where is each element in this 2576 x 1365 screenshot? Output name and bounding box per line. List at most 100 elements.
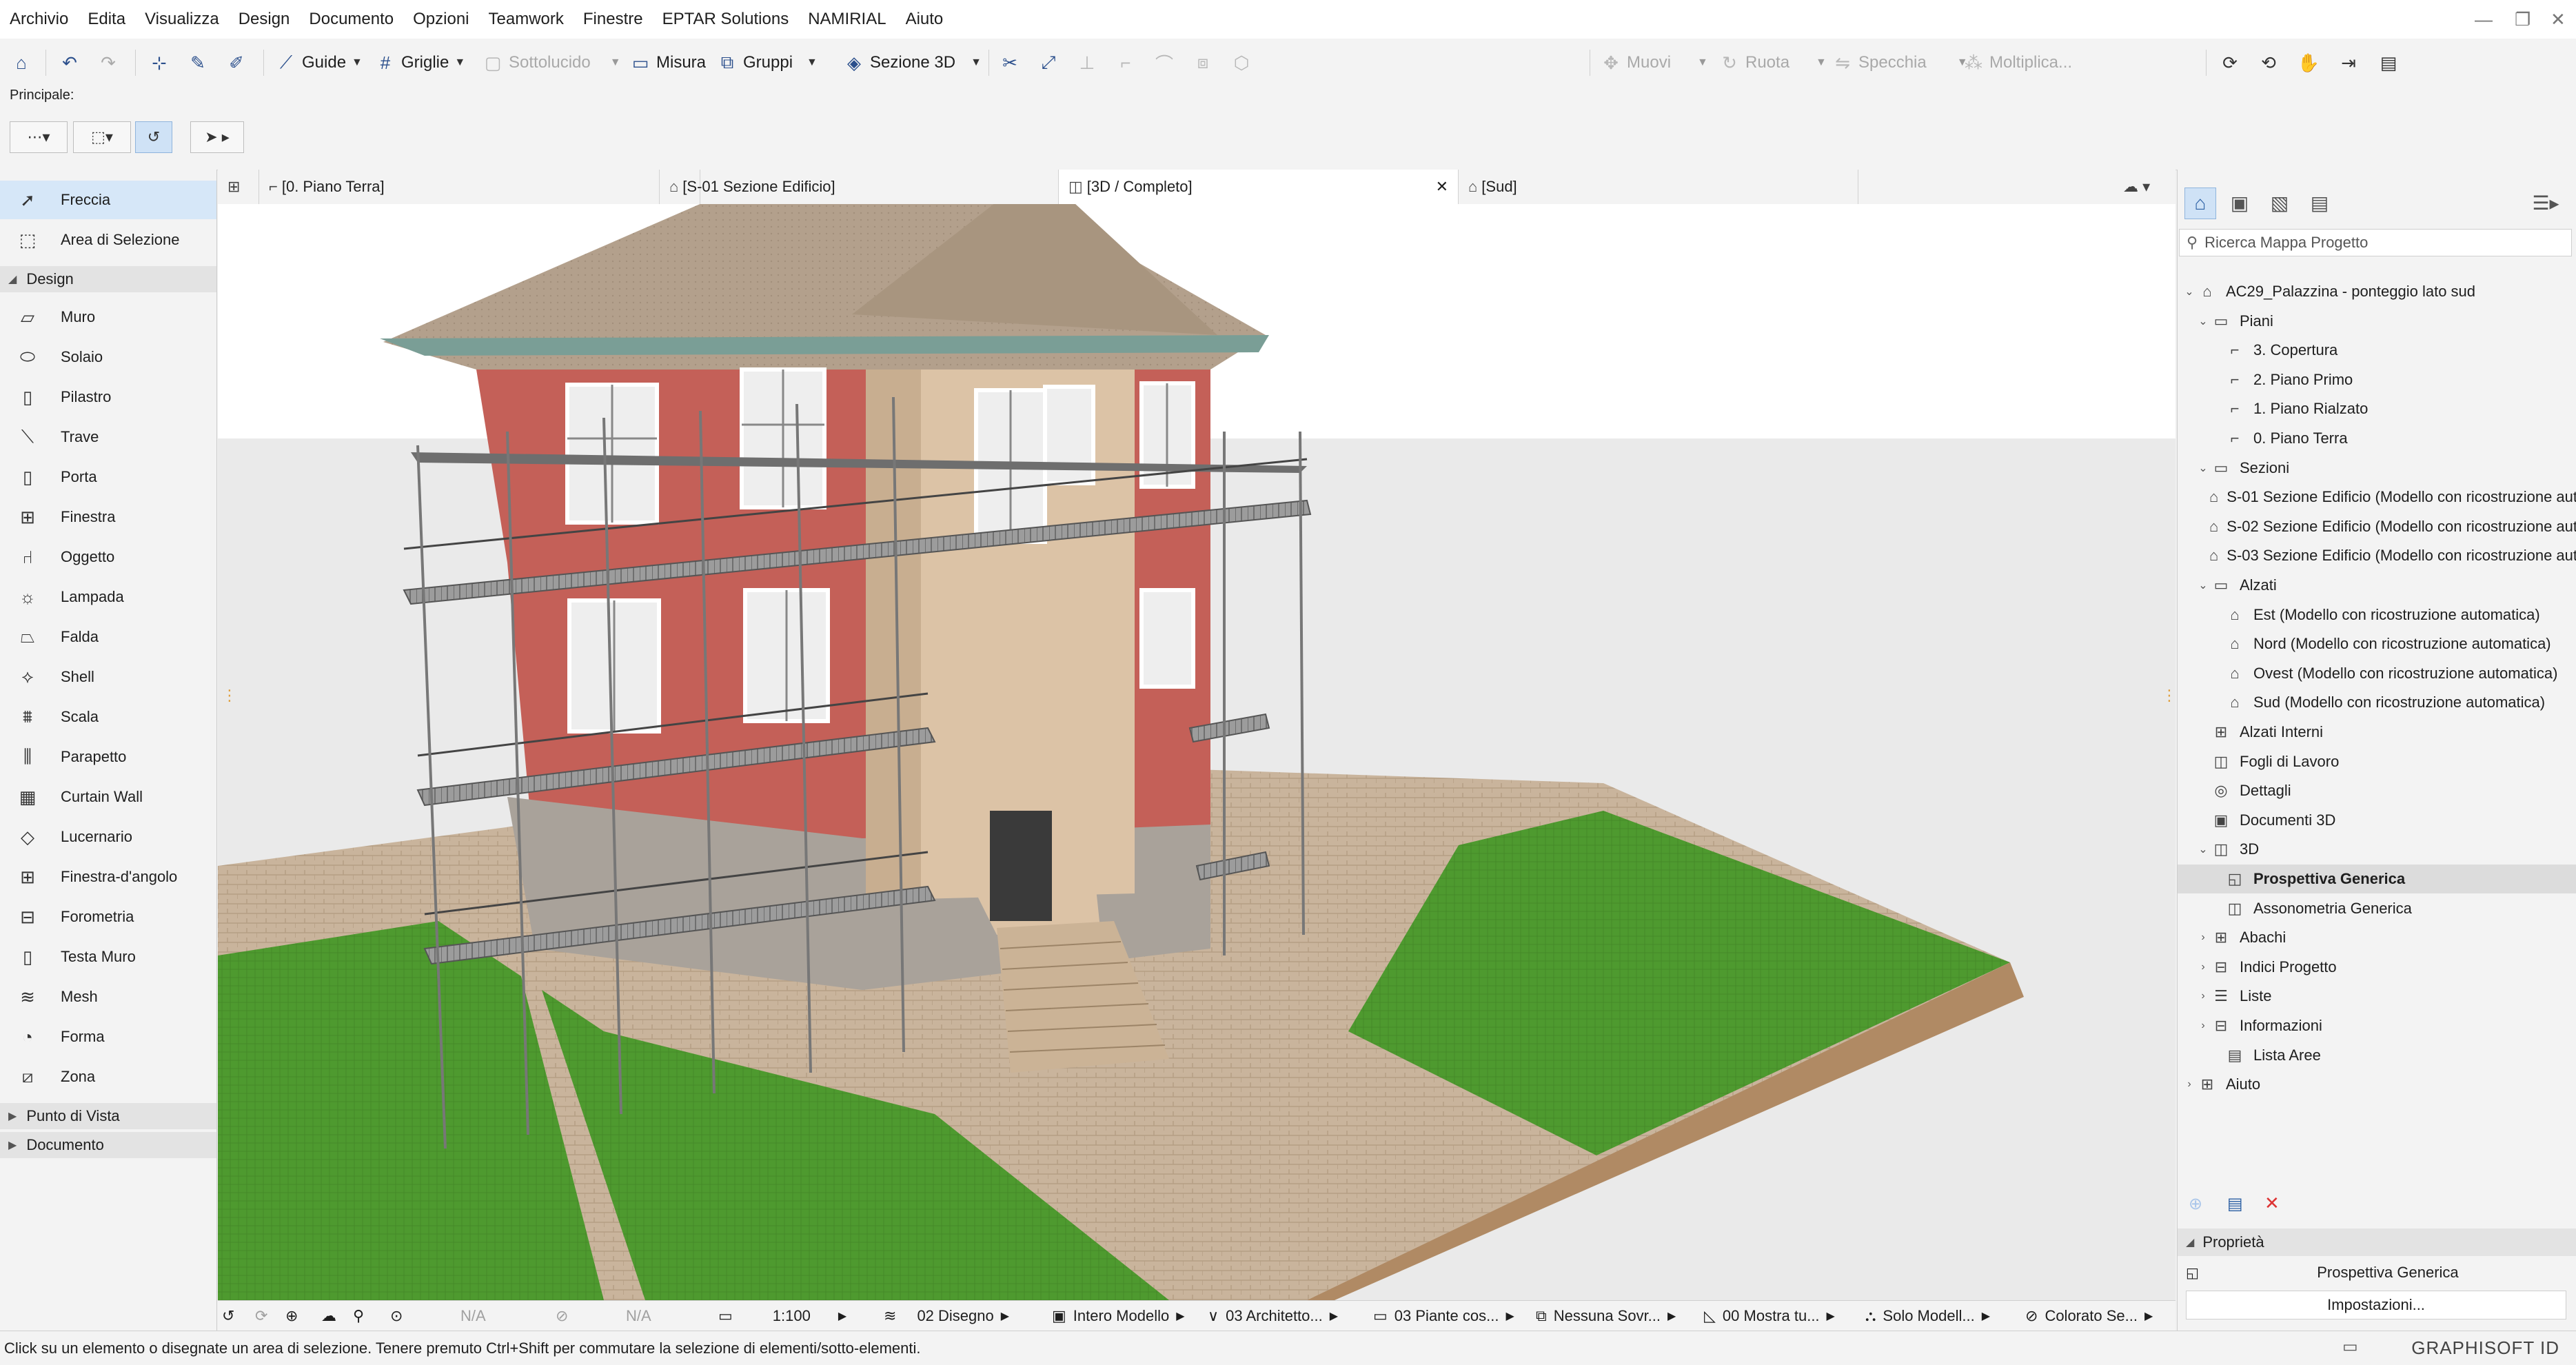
marquee-mode-button[interactable]: ⬚▾ [73,121,131,153]
undo-button[interactable]: ↶ [59,48,80,77]
tree-item[interactable]: ⌐ 0. Piano Terra [2178,424,2576,453]
tab-piano-terra[interactable]: ⌐ [0. Piano Terra] [259,170,700,204]
delete-icon[interactable]: ✕ [2264,1193,2280,1214]
tree-item[interactable]: ⌂ S-01 Sezione Edificio (Modello con rico… [2178,483,2576,512]
publisher-button[interactable]: ▤ [2304,188,2335,218]
documento-group-header[interactable]: ▶ Documento [0,1132,216,1158]
settings-icon[interactable]: ▤ [2227,1194,2243,1214]
export-button[interactable]: ⇥ [2338,48,2359,77]
drag-handle-right-icon[interactable]: ⋮ [2162,687,2176,705]
pen-set-field[interactable]: ∨ 03 Architetto... ▶ [1208,1301,1338,1331]
na-field-1[interactable]: N/A [460,1301,486,1331]
layer-combo-field[interactable]: ≋ 02 Disegno ▶ [884,1301,1009,1331]
arrow-mode-button[interactable]: ➤ ▸ [190,121,244,153]
tree-item[interactable]: ◱ Prospettiva Generica [2178,865,2576,893]
restore-icon[interactable]: ❐ [2515,0,2531,39]
tool-porta[interactable]: ▯ Porta [0,458,216,496]
sottolucido-button[interactable]: ▢ Sottolucido ▼ [483,48,621,77]
eyedropper-button[interactable]: ✎ [187,48,208,77]
offset-button[interactable]: ⧈ [1193,48,1213,77]
tree-item[interactable]: ⌂ Est (Modello con ricostruzione automati… [2178,600,2576,629]
project-map-button[interactable]: ⌂ [2184,188,2216,219]
tool-finestra-angolo[interactable]: ⊞ Finestra-d'angolo [0,858,216,896]
trim-button[interactable]: ⌐ [1115,48,1136,77]
project-map-search[interactable]: ⚲ Ricerca Mappa Progetto [2179,229,2572,256]
explore-button[interactable]: ⚲ [353,1301,364,1331]
settings-button[interactable]: Impostazioni... [2186,1291,2566,1320]
tab-sud[interactable]: ⌂ [Sud] [1459,170,1858,204]
tree-item[interactable]: ⌂ Sud (Modello con ricostruzione automati… [2178,688,2576,717]
tree-item[interactable]: ⌄ ◫ 3D [2178,835,2576,864]
chevron-down-icon[interactable]: ⌄ [2195,461,2211,475]
rotation-field[interactable]: ⊘ [556,1301,568,1331]
menu-finestre[interactable]: Finestre [574,0,653,39]
color-field[interactable]: ⊘ Colorato Se... ▶ [2025,1301,2153,1331]
design-group-header[interactable]: ◢ Design [0,266,216,292]
tree-item[interactable]: ⌂ S-03 Sezione Edificio (Modello con rico… [2178,541,2576,570]
menu-visualizza[interactable]: Visualizza [135,0,229,39]
chevron-right-icon[interactable]: › [2195,931,2211,944]
tree-item[interactable]: ⌐ 3. Copertura [2178,336,2576,365]
tree-item[interactable]: › ⊟ Informazioni [2178,1011,2576,1040]
tool-parapetto[interactable]: ⫼ Parapetto [0,738,216,776]
tool-area-selezione[interactable]: ⬚ Area di Selezione [0,221,216,259]
tree-item[interactable]: ⌄ ▭ Piani [2178,307,2576,336]
tab-menu[interactable]: ☁ ▾ [2113,170,2176,204]
tree-item[interactable]: ◫ Assonometria Generica [2178,894,2576,923]
misura-button[interactable]: ▭ Misura [630,48,706,77]
redo-view-button[interactable]: ⟳ [255,1301,267,1331]
tool-freccia[interactable]: ➚ Freccia [0,181,216,219]
tool-pilastro[interactable]: ▯ Pilastro [0,378,216,416]
punto-vista-group-header[interactable]: ▶ Punto di Vista [0,1103,216,1129]
tool-falda[interactable]: ⏢ Falda [0,618,216,656]
close-icon[interactable]: ✕ [2550,0,2566,39]
tool-lucernario[interactable]: ◇ Lucernario [0,818,216,856]
menu-design[interactable]: Design [229,0,300,39]
receive-changes-button[interactable]: ⟲ [2258,48,2279,77]
tree-item[interactable]: ⌂ Ovest (Modello con ricostruzione automa… [2178,659,2576,688]
tool-testa-muro[interactable]: ▯ Testa Muro [0,938,216,976]
drag-handle-left-icon[interactable]: ⋮ [222,687,237,705]
tree-item[interactable]: ⊞ Alzati Interni [2178,718,2576,747]
tree-item[interactable]: ⌄ ▭ Sezioni [2178,454,2576,483]
menu-namirial[interactable]: NAMIRIAL [798,0,895,39]
tree-item[interactable]: ▤ Lista Aree [2178,1041,2576,1070]
muovi-button[interactable]: ✥ Muovi ▼ [1601,48,1708,77]
tree-item[interactable]: ◫ Fogli di Lavoro [2178,747,2576,776]
tree-item[interactable]: › ⊞ Abachi [2178,923,2576,952]
intersect-button[interactable]: ⊥ [1077,48,1097,77]
chevron-right-icon[interactable]: › [2195,1020,2211,1032]
griglie-button[interactable]: # Griglie ▼ [375,48,465,77]
adjust-button[interactable]: ⤢ [1038,48,1059,77]
chevron-right-icon[interactable]: › [2182,1078,2197,1091]
properties-header[interactable]: ◢ Proprietà [2178,1228,2576,1256]
tree-item[interactable]: ▣ Documenti 3D [2178,806,2576,835]
model-view-field[interactable]: ▭ 03 Piante cos... ▶ [1373,1301,1514,1331]
menu-documento[interactable]: Documento [299,0,403,39]
tab-overview[interactable]: ⊞ [218,170,259,204]
menu-opzioni[interactable]: Opzioni [403,0,478,39]
view-map-button[interactable]: ▣ [2224,188,2255,218]
na-field-2[interactable]: N/A [626,1301,651,1331]
chevron-right-icon[interactable]: › [2195,990,2211,1002]
chevron-right-icon[interactable]: › [2195,961,2211,973]
tree-item[interactable]: › ☰ Liste [2178,982,2576,1011]
polygon-button[interactable]: ⬡ [1231,48,1252,77]
chevron-down-icon[interactable]: ⌄ [2195,578,2211,592]
override-field[interactable]: ⧉ Nessuna Sovr... ▶ [1536,1301,1676,1331]
tool-scala[interactable]: ⩩ Scala [0,698,216,736]
renovation-field[interactable]: ◺ 00 Mostra tu... ▶ [1704,1301,1835,1331]
menu-teamwork[interactable]: Teamwork [479,0,574,39]
chevron-down-icon[interactable]: ⌄ [2195,842,2211,856]
ruota-button[interactable]: ↻ Ruota ▼ [1719,48,1827,77]
suspend-groups-button[interactable]: ⊹ [149,48,170,77]
layout-book-button[interactable]: ▧ [2264,188,2295,218]
tree-item[interactable]: ◎ Dettagli [2178,776,2576,805]
tab-3d-completo[interactable]: ◫ [3D / Completo] ✕ [1059,170,1459,204]
menu-edita[interactable]: Edita [78,0,135,39]
tree-item[interactable]: ⌂ Nord (Modello con ricostruzione automat… [2178,629,2576,658]
minimize-icon[interactable]: — [2475,0,2493,39]
gruppi-button[interactable]: ⧉ Gruppi ▼ [717,48,818,77]
tool-shell[interactable]: ⟡ Shell [0,658,216,696]
chevron-down-icon[interactable]: ⌄ [2182,285,2197,299]
